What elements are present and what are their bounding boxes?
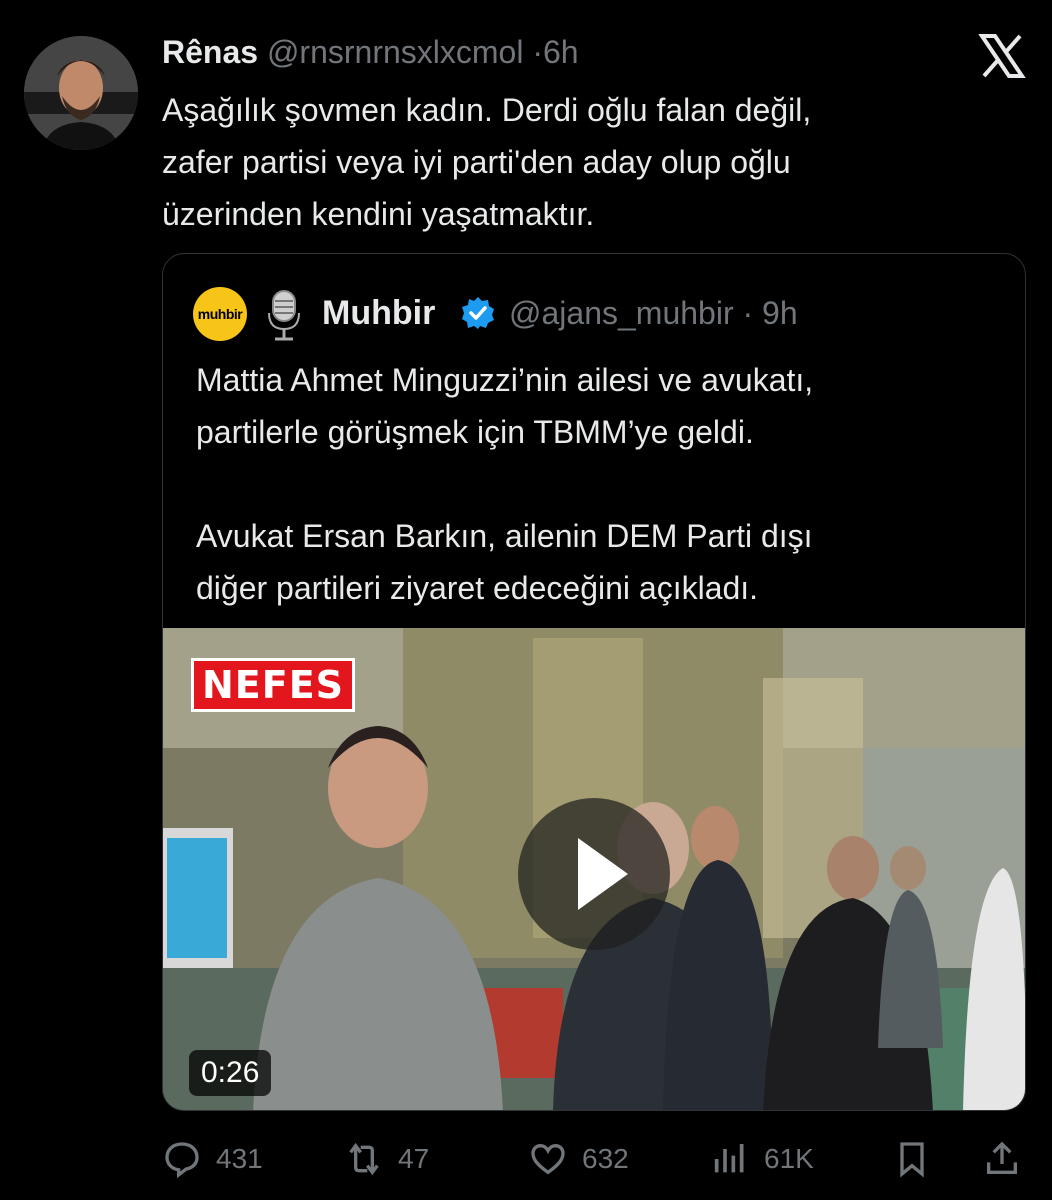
views-icon [714, 1144, 744, 1173]
tweet-text: Aşağılık şovmen kadın. Derdi oğlu falan … [162, 84, 1022, 240]
author-handle[interactable]: @rnsrnrnsxlxcmol [267, 34, 524, 70]
repost-button[interactable]: 47 [344, 1134, 429, 1184]
like-button[interactable]: 632 [528, 1134, 629, 1184]
tweet-header: Rênas @rnsrnrnsxlxcmol ·6h [162, 34, 579, 71]
bookmark-icon [900, 1142, 924, 1178]
action-bar: 431 47 632 61K [162, 1134, 1026, 1184]
like-count: 632 [582, 1143, 629, 1174]
nefes-overlay-label: NEFES [191, 658, 356, 712]
quoted-line: diğer partileri ziyaret edeceğini açıkla… [196, 570, 759, 606]
repost-count: 47 [398, 1143, 430, 1174]
reply-count: 431 [216, 1143, 263, 1174]
avatar[interactable] [24, 36, 138, 150]
repost-icon [349, 1142, 379, 1176]
separator-dot: · [532, 34, 543, 70]
quoted-logo-text: muhbir [197, 306, 243, 322]
quoted-author-name[interactable]: Muhbir [322, 294, 435, 333]
quoted-line: Mattia Ahmet Minguzzi’nin ailesi ve avuk… [196, 362, 814, 398]
microphone-icon [267, 287, 301, 343]
author-name[interactable]: Rênas [162, 34, 258, 70]
play-icon[interactable] [518, 798, 670, 950]
share-icon [987, 1141, 1017, 1174]
x-logo-icon[interactable] [978, 32, 1026, 80]
quoted-line: Avukat Ersan Barkın, ailenin DEM Parti d… [196, 518, 813, 554]
views-count: 61K [764, 1143, 814, 1174]
tweet-line: Aşağılık şovmen kadın. Derdi oğlu falan … [162, 92, 812, 128]
quoted-handle[interactable]: @ajans_muhbir [509, 295, 734, 331]
views-button[interactable]: 61K [710, 1134, 814, 1184]
bookmark-button[interactable] [892, 1134, 946, 1184]
quoted-tweet[interactable]: muhbir Muhbir @ajans_muhbir · 9h Mattia … [162, 253, 1026, 1111]
verified-icon [461, 296, 495, 330]
reply-button[interactable]: 431 [162, 1134, 263, 1184]
quoted-line: partilerle görüşmek için TBMM’ye geldi. [196, 414, 754, 450]
tweet-line: üzerinden kendini yaşatmaktır. [162, 196, 595, 232]
quoted-avatar[interactable]: muhbir [193, 287, 247, 341]
quoted-meta: @ajans_muhbir · 9h [509, 295, 798, 332]
share-button[interactable] [982, 1134, 1036, 1184]
video-player[interactable]: NEFES 0:26 [163, 628, 1025, 1110]
tweet-line: zafer partisi veya iyi parti'den aday ol… [162, 144, 791, 180]
separator-dot: · [733, 295, 763, 331]
like-icon [531, 1143, 565, 1175]
tweet-time[interactable]: 6h [543, 34, 579, 70]
quoted-text: Mattia Ahmet Minguzzi’nin ailesi ve avuk… [196, 354, 1016, 614]
quoted-time[interactable]: 9h [762, 295, 798, 331]
reply-icon [165, 1142, 199, 1179]
video-duration: 0:26 [189, 1050, 272, 1096]
